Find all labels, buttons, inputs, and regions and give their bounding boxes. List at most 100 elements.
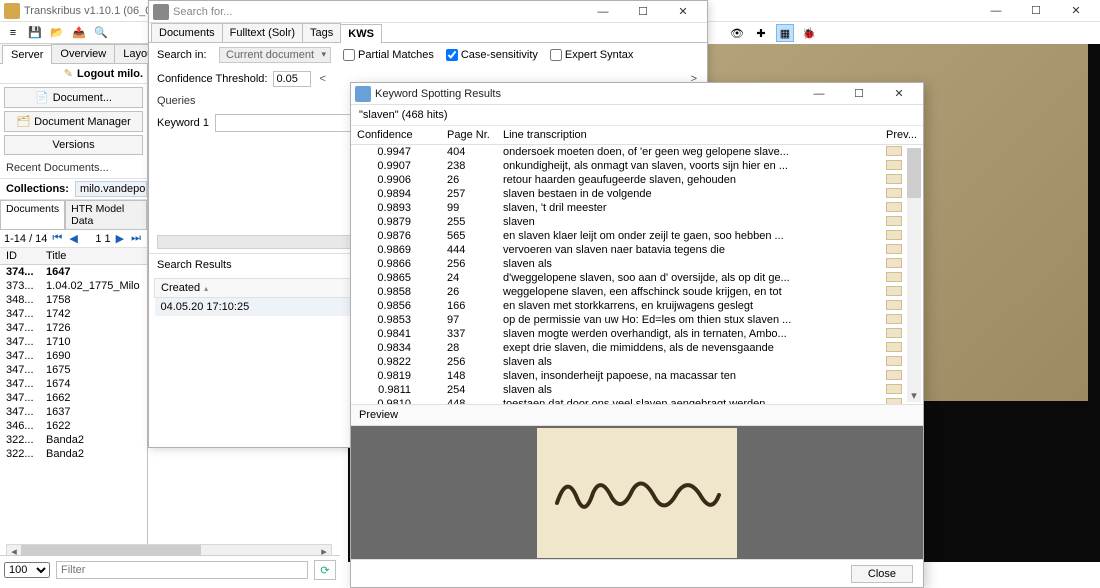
table-row[interactable]: 347...1742 (0, 307, 147, 321)
table-row[interactable]: 0.9822256slaven als (351, 355, 923, 369)
preview-chip-icon[interactable] (886, 160, 902, 170)
table-row[interactable]: 0.986524d'weggelopene slaven, soo aan d'… (351, 271, 923, 285)
search-tab-tags[interactable]: Tags (302, 23, 341, 42)
table-row[interactable]: 322...Banda2 (0, 447, 147, 461)
preview-chip-icon[interactable] (886, 328, 902, 338)
preview-chip-icon[interactable] (886, 286, 902, 296)
res-col-0[interactable]: Confidence (351, 126, 441, 145)
tool1-icon[interactable]: ✚ (752, 24, 770, 42)
pager-last[interactable]: ⏭ (129, 232, 143, 245)
table-row[interactable]: 0.983428exept drie slaven, die mimiddens… (351, 341, 923, 355)
preview-chip-icon[interactable] (886, 272, 902, 282)
table-row[interactable]: 373...1.04.02_1775_Milo (0, 279, 147, 293)
table-row[interactable]: 0.9907238onkundigheijt, als onmagt van s… (351, 159, 923, 173)
preview-chip-icon[interactable] (886, 356, 902, 366)
table-row[interactable]: 347...1637 (0, 405, 147, 419)
logout-link[interactable]: Logout milo. (77, 68, 143, 80)
search-titlebar[interactable]: Search for... — ☐ ✕ (149, 1, 707, 23)
table-row[interactable]: 0.985397op de permissie van uw Ho: Ed=le… (351, 313, 923, 327)
table-row[interactable]: 347...1674 (0, 377, 147, 391)
table-row[interactable]: 0.990626retour haarden geaufugeerde slav… (351, 173, 923, 187)
table-row[interactable]: 0.9841337slaven mogte werden overhandigt… (351, 327, 923, 341)
refresh-button[interactable]: ⟳ (314, 560, 336, 580)
collections-value[interactable]: milo.vandepol@natio (75, 181, 147, 197)
case-checkbox[interactable]: Case-sensitivity (446, 49, 538, 61)
search-icon[interactable]: 🔍 (92, 24, 110, 42)
table-row[interactable]: 0.9894257slaven bestaen in de volgende (351, 187, 923, 201)
table-row[interactable]: 347...1726 (0, 321, 147, 335)
table-row[interactable]: 346...1622 (0, 419, 147, 433)
documents-button[interactable]: 📄 Document... (4, 87, 143, 108)
export-icon[interactable]: 📤 (70, 24, 88, 42)
table-row[interactable]: 348...1758 (0, 293, 147, 307)
partial-checkbox[interactable]: Partial Matches (343, 49, 434, 61)
col-id[interactable]: ID (0, 248, 40, 265)
preview-chip-icon[interactable] (886, 146, 902, 156)
table-row[interactable]: 0.9866256slaven als (351, 257, 923, 271)
preview-chip-icon[interactable] (886, 244, 902, 254)
table-row[interactable]: 322...Banda2 (0, 433, 147, 447)
search-maximize[interactable]: ☐ (623, 2, 663, 22)
table-row[interactable]: 0.9879255slaven (351, 215, 923, 229)
tab-overview[interactable]: Overview (51, 44, 115, 63)
scope-combo[interactable]: Current document (219, 47, 331, 63)
minimize-button[interactable]: — (976, 1, 1016, 21)
results-close[interactable]: ✕ (879, 84, 919, 104)
table-row[interactable]: 0.9819148slaven, insonderheijt papoese, … (351, 369, 923, 383)
open-icon[interactable]: 📂 (48, 24, 66, 42)
search-tab-fulltextsolr[interactable]: Fulltext (Solr) (222, 23, 303, 42)
search-tab-kws[interactable]: KWS (340, 24, 382, 43)
filter-input[interactable] (56, 561, 308, 579)
visibility-icon[interactable]: 👁 (728, 24, 746, 42)
pager-next[interactable]: ▶ (114, 232, 126, 245)
search-tab-documents[interactable]: Documents (151, 23, 223, 42)
table-row[interactable]: 0.9856166en slaven met storkkarrens, en … (351, 299, 923, 313)
table-row[interactable]: 0.9869444vervoeren van slaven naer batav… (351, 243, 923, 257)
table-row[interactable]: 347...1690 (0, 349, 147, 363)
scroll-down-icon[interactable]: ▾ (907, 388, 921, 402)
preview-chip-icon[interactable] (886, 398, 902, 405)
save-icon[interactable]: 💾 (26, 24, 44, 42)
subtab-1[interactable]: HTR Model Data (65, 200, 147, 229)
versions-button[interactable]: Versions (4, 135, 143, 155)
table-row[interactable]: 0.9947404ondersoek moeten doen, of 'er g… (351, 145, 923, 160)
results-table[interactable]: ConfidencePage Nr.Line transcriptionPrev… (351, 126, 923, 404)
table-row[interactable]: 0.9811254slaven als (351, 383, 923, 397)
preview-chip-icon[interactable] (886, 342, 902, 352)
preview-chip-icon[interactable] (886, 300, 902, 310)
table-row[interactable]: 0.9810448toestaen dat door ons veel slav… (351, 397, 923, 404)
close-button[interactable]: Close (851, 565, 913, 583)
preview-chip-icon[interactable] (886, 188, 902, 198)
res-col-1[interactable]: Page Nr. (441, 126, 497, 145)
pager-first[interactable]: ⏮ (50, 232, 64, 245)
preview-chip-icon[interactable] (886, 370, 902, 380)
results-maximize[interactable]: ☐ (839, 84, 879, 104)
res-col-2[interactable]: Line transcription (497, 126, 880, 145)
close-button[interactable]: ✕ (1056, 1, 1096, 21)
table-row[interactable]: 0.9876565en slaven klaer leijt om onder … (351, 229, 923, 243)
threshold-dec[interactable]: < (317, 73, 327, 85)
preview-chip-icon[interactable] (886, 216, 902, 226)
page-size-select[interactable]: 100 (4, 562, 50, 578)
table-row[interactable]: 0.989399slaven, 't dril meester (351, 201, 923, 215)
doc-manager-button[interactable]: 🗂 Document Manager (4, 111, 143, 132)
table-row[interactable]: 347...1662 (0, 391, 147, 405)
results-minimize[interactable]: — (799, 84, 839, 104)
res-col-3[interactable]: Prev... (880, 126, 923, 145)
threshold-input[interactable] (273, 71, 311, 87)
bug-icon[interactable]: 🐞 (800, 24, 818, 42)
search-close[interactable]: ✕ (663, 2, 703, 22)
v-scrollbar[interactable]: ▾ (907, 148, 921, 402)
pager-prev[interactable]: ◀ (67, 232, 79, 245)
results-titlebar[interactable]: Keyword Spotting Results — ☐ ✕ (351, 83, 923, 105)
table-row[interactable]: 347...1710 (0, 335, 147, 349)
preview-chip-icon[interactable] (886, 258, 902, 268)
tool2-icon[interactable]: ▦ (776, 24, 794, 42)
menu-icon[interactable]: ≡ (4, 24, 22, 42)
recent-documents[interactable]: Recent Documents... (0, 158, 147, 179)
maximize-button[interactable]: ☐ (1016, 1, 1056, 21)
table-row[interactable]: 347...1675 (0, 363, 147, 377)
preview-chip-icon[interactable] (886, 202, 902, 212)
preview-chip-icon[interactable] (886, 384, 902, 394)
expert-checkbox[interactable]: Expert Syntax (550, 49, 633, 61)
